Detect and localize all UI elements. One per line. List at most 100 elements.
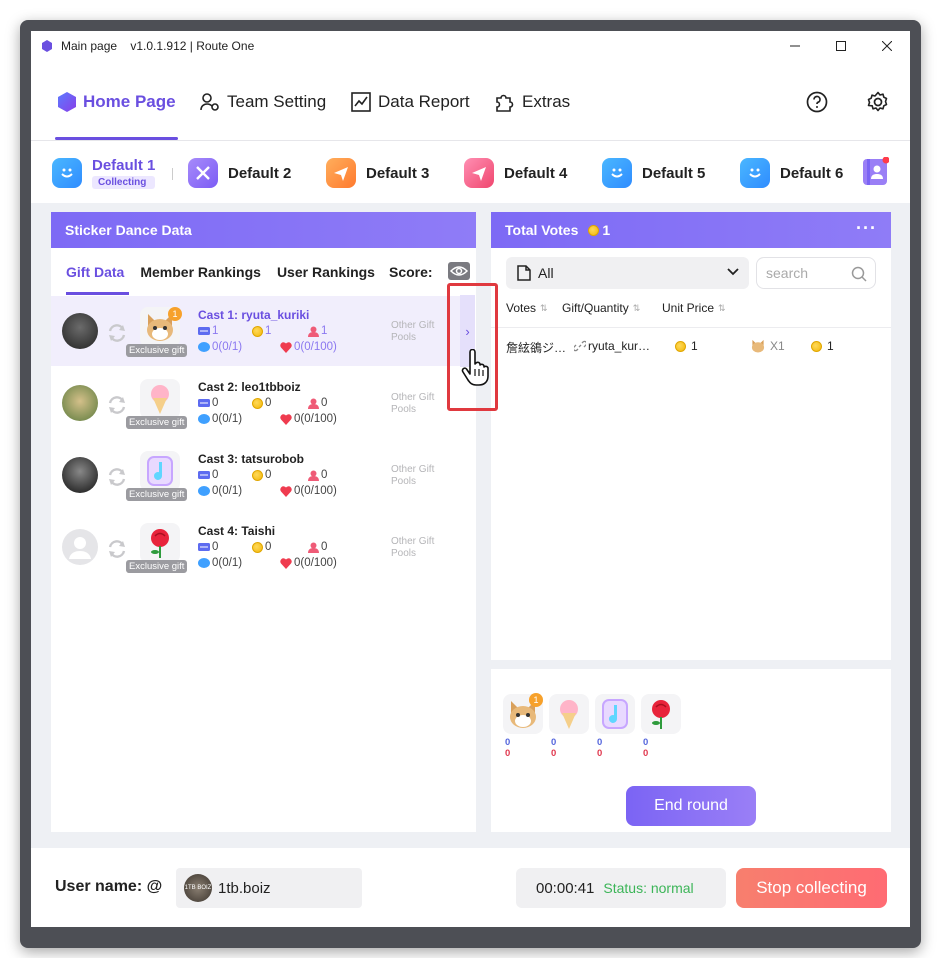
vote-row-votes: 1 <box>675 339 698 353</box>
filter-select[interactable]: All <box>506 257 749 289</box>
col-unit-price[interactable]: Unit Price ⇅ <box>662 301 726 315</box>
other-gift-pools[interactable]: Other Gift Pools <box>391 536 434 560</box>
maximize-icon <box>836 41 846 51</box>
nav-label: Home Page <box>83 92 176 111</box>
chevron-down-icon <box>727 268 739 276</box>
vote-row-user: 詹絃鵒ジ… <box>506 341 567 355</box>
room-label: Default 4 <box>504 164 568 182</box>
link-icon <box>574 340 586 352</box>
summary-gift-3 <box>595 694 635 734</box>
room-label: Default 2 <box>228 164 292 182</box>
nav-label: Data Report <box>378 92 470 111</box>
other-gift-pools[interactable]: Other Gift Pools <box>391 320 434 344</box>
swap-icon[interactable] <box>106 467 128 487</box>
comment-value: 0(0/1) <box>212 485 243 497</box>
tab-user-rankings[interactable]: User Rankings <box>277 248 375 295</box>
col-votes[interactable]: Votes ⇅ <box>506 301 548 315</box>
room-tab-default-3[interactable]: Default 3 <box>326 156 429 190</box>
more-options-icon[interactable]: ··· <box>856 218 877 239</box>
coin-icon <box>252 469 263 481</box>
ticket-icon <box>198 399 210 407</box>
ticket-value: 0 <box>212 397 219 409</box>
search-input[interactable]: search <box>756 257 876 289</box>
search-icon <box>851 266 867 282</box>
panel-title: Sticker Dance Data <box>51 212 476 248</box>
nav-team-setting[interactable]: Team Setting <box>200 91 326 113</box>
ticket-stat: 1 <box>198 325 218 337</box>
swap-icon[interactable] <box>106 395 128 415</box>
coin-value: 1 <box>265 325 272 337</box>
ticket-stat: 0 <box>198 397 218 409</box>
user-icon <box>308 326 319 337</box>
filter-value: All <box>538 265 554 281</box>
coin-stat: 0 <box>252 469 271 481</box>
help-button[interactable] <box>804 89 830 115</box>
settings-button[interactable] <box>865 89 891 115</box>
room-tab-default-6[interactable]: Default 6 <box>740 156 843 190</box>
cast-row-3[interactable]: Exclusive gift Cast 3: tatsurobob 0 0 0 … <box>51 440 475 510</box>
swap-icon[interactable] <box>106 323 128 343</box>
cast-row-1[interactable]: 1 Exclusive gift Cast 1: ryuta_kuriki 1 … <box>51 296 475 366</box>
hand-cursor-icon <box>461 349 489 386</box>
cast-row-4[interactable]: Exclusive gift Cast 4: Taishi 0 0 0 0(0/… <box>51 512 475 582</box>
cast-name: Cast 4: Taishi <box>198 524 276 538</box>
user-value: 0 <box>321 541 328 553</box>
tab-score[interactable]: Score: <box>389 248 433 295</box>
ticket-icon <box>198 327 210 335</box>
contacts-button[interactable] <box>861 156 890 187</box>
tab-member-rankings[interactable]: Member Rankings <box>140 248 261 295</box>
rose-icon <box>652 700 670 729</box>
other-gift-pools[interactable]: Other Gift Pools <box>391 392 434 416</box>
comment-icon <box>198 413 210 424</box>
comment-count: 0 <box>551 737 557 748</box>
close-button[interactable] <box>864 31 910 61</box>
exclusive-gift-label: Exclusive gift <box>126 488 188 501</box>
room-tab-default-1[interactable]: Default 1 Collecting <box>52 156 174 190</box>
hexagon-icon <box>58 92 76 112</box>
heart-icon <box>280 485 292 497</box>
comment-count: 0 <box>505 737 511 748</box>
heart-count: 0 <box>643 748 649 759</box>
heart-value: 0(0/100) <box>294 485 337 497</box>
team-gear-icon <box>200 93 219 111</box>
pk-icon <box>196 166 210 180</box>
nav-home-page[interactable]: Home Page <box>58 91 176 113</box>
user-stat: 0 <box>308 541 327 553</box>
nav-data-report[interactable]: Data Report <box>351 91 470 113</box>
room-tab-default-4[interactable]: Default 4 <box>464 156 567 190</box>
swap-icon[interactable] <box>106 539 128 559</box>
maximize-button[interactable] <box>818 31 864 61</box>
coin-icon <box>252 541 263 553</box>
bottom-bar: User name: @ 1TB BOIZ 1tb.boiz 00:00:41 … <box>31 848 910 927</box>
tab-gift-data[interactable]: Gift Data <box>66 248 130 295</box>
stop-collecting-button[interactable]: Stop collecting <box>736 868 887 908</box>
col-gift-quantity[interactable]: Gift/Quantity ⇅ <box>562 301 640 315</box>
cast-name: Cast 3: tatsurobob <box>198 452 305 466</box>
search-placeholder: search <box>766 265 809 281</box>
room-tab-default-5[interactable]: Default 5 <box>602 156 705 190</box>
heart-value: 0(0/100) <box>294 557 337 569</box>
sort-icon: ⇅ <box>540 302 548 313</box>
collecting-badge: Collecting <box>92 176 156 189</box>
minimize-button[interactable] <box>772 31 818 61</box>
ice-cream-icon <box>560 700 578 729</box>
user-name-label: User name: @ <box>55 878 163 895</box>
music-note-icon <box>602 699 628 729</box>
other-gift-pools[interactable]: Other Gift Pools <box>391 464 434 488</box>
chart-icon <box>351 92 371 112</box>
heart-stat: 0(0/100) <box>280 557 337 569</box>
eye-icon[interactable] <box>448 262 470 280</box>
vote-row-cast[interactable]: ryuta_kur… <box>574 339 650 353</box>
user-name-field[interactable]: 1TB BOIZ 1tb.boiz <box>176 868 362 908</box>
exclusive-gift-label: Exclusive gift <box>126 344 188 357</box>
room-tabs: Default 1 Collecting Default 2 Default 3… <box>31 141 910 203</box>
nav-extras[interactable]: Extras <box>494 91 570 113</box>
smile-chat-icon <box>749 168 761 178</box>
end-round-button[interactable]: End round <box>626 786 756 826</box>
cast-row-2[interactable]: Exclusive gift Cast 2: leo1tbboiz 0 0 0 … <box>51 368 475 438</box>
room-icon <box>52 158 82 188</box>
room-tab-default-2[interactable]: Default 2 <box>188 156 291 190</box>
exclusive-gift-label: Exclusive gift <box>126 560 188 573</box>
user-icon <box>308 398 319 409</box>
room-label: Default 5 <box>642 164 706 182</box>
